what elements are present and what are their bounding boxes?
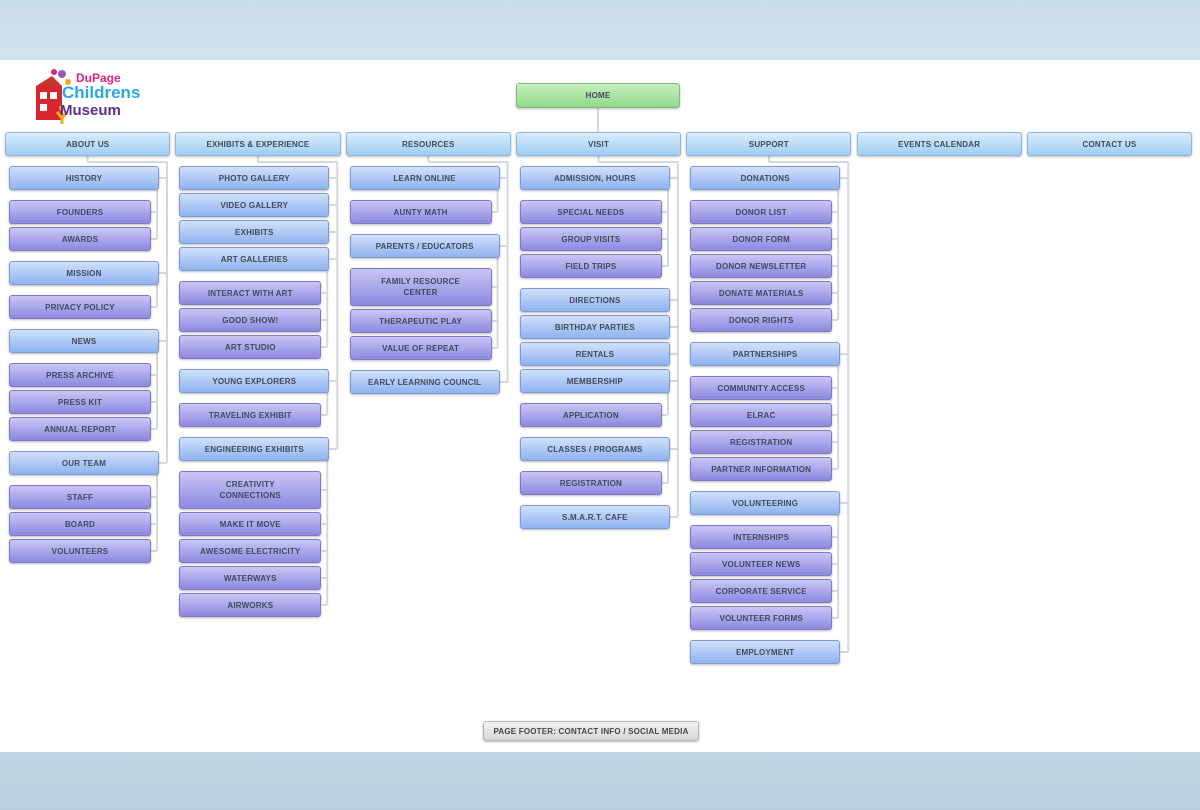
page-volunteering[interactable]: VOLUNTEERING: [690, 491, 841, 515]
museum-logo[interactable]: DuPage Childrens Museum: [32, 68, 152, 126]
subpage-creativity-connections[interactable]: CREATIVITY CONNECTIONS: [179, 471, 322, 509]
subpage-donate-materials[interactable]: DONATE MATERIALS: [690, 281, 833, 305]
page-news[interactable]: NEWS: [9, 329, 159, 353]
logo-line-2: Childrens: [62, 83, 141, 102]
subpage-annual-report[interactable]: ANNUAL REPORT: [9, 417, 151, 441]
subpage-traveling-exhibit[interactable]: TRAVELING EXHIBIT: [179, 403, 322, 427]
page-parents-educators[interactable]: PARENTS / EDUCATORS: [349, 234, 500, 258]
nav-events-calendar[interactable]: EVENTS CALENDAR: [856, 132, 1022, 156]
page-art-galleries[interactable]: ART GALLERIES: [179, 247, 330, 271]
nav-support[interactable]: SUPPORT: [686, 132, 852, 156]
subpage-volunteers[interactable]: VOLUNTEERS: [9, 539, 151, 563]
subpage-group-visits[interactable]: GROUP VISITS: [519, 227, 662, 251]
page-engineering-exhibits[interactable]: ENGINEERING EXHIBITS: [179, 437, 330, 461]
subpage-donor-rights[interactable]: DONOR RIGHTS: [690, 308, 833, 332]
page-directions[interactable]: DIRECTIONS: [519, 288, 670, 312]
page-rentals[interactable]: RENTALS: [519, 342, 670, 366]
subpage-awesome-electricity[interactable]: AWESOME ELECTRICITY: [179, 539, 322, 563]
subpage-elrac[interactable]: ELRAC: [690, 403, 833, 427]
subpage-art-studio[interactable]: ART STUDIO: [179, 335, 322, 359]
page-our-team[interactable]: OUR TEAM: [9, 451, 159, 475]
subpage-application[interactable]: APPLICATION: [519, 403, 662, 427]
subpage-internships[interactable]: INTERNSHIPS: [690, 525, 833, 549]
subpage-therapeutic-play[interactable]: THERAPEUTIC PLAY: [349, 309, 492, 333]
subpage-airworks[interactable]: AIRWORKS: [179, 593, 322, 617]
subpage-special-needs[interactable]: SPECIAL NEEDS: [519, 200, 662, 224]
subpage-volunteer-news[interactable]: VOLUNTEER NEWS: [690, 552, 833, 576]
page-s-m-a-r-t-cafe[interactable]: S.M.A.R.T. CAFE: [519, 505, 670, 529]
page-donations[interactable]: DONATIONS: [690, 166, 841, 190]
page-video-gallery[interactable]: VIDEO GALLERY: [179, 193, 330, 217]
nav-visit[interactable]: VISIT: [515, 132, 682, 156]
page-classes-programs[interactable]: CLASSES / PROGRAMS: [519, 437, 670, 461]
nav-about-us[interactable]: ABOUT US: [5, 132, 171, 156]
subpage-registration[interactable]: REGISTRATION: [690, 430, 833, 454]
subpage-board[interactable]: BOARD: [9, 512, 151, 536]
page-exhibits[interactable]: EXHIBITS: [179, 220, 330, 244]
subpage-aunty-math[interactable]: AUNTY MATH: [349, 200, 492, 224]
page-employment[interactable]: EMPLOYMENT: [690, 640, 841, 664]
subpage-privacy-policy[interactable]: PRIVACY POLICY: [9, 295, 151, 319]
subpage-donor-list[interactable]: DONOR LIST: [690, 200, 833, 224]
nav-resources[interactable]: RESOURCES: [345, 132, 511, 156]
subpage-value-of-repeat[interactable]: VALUE OF REPEAT: [349, 336, 492, 360]
subpage-partner-information[interactable]: PARTNER INFORMATION: [690, 457, 833, 481]
subpage-interact-with-art[interactable]: INTERACT WITH ART: [179, 281, 322, 305]
subpage-founders[interactable]: FOUNDERS: [9, 200, 151, 224]
page-membership[interactable]: MEMBERSHIP: [519, 369, 670, 393]
subpage-registration[interactable]: REGISTRATION: [519, 471, 662, 495]
logo-line-3: Museum: [60, 102, 121, 119]
subpage-make-it-move[interactable]: MAKE IT MOVE: [179, 512, 322, 536]
subpage-waterways[interactable]: WATERWAYS: [179, 566, 322, 590]
subpage-corporate-service[interactable]: CORPORATE SERVICE: [690, 579, 833, 603]
subpage-donor-form[interactable]: DONOR FORM: [690, 227, 833, 251]
page-young-explorers[interactable]: YOUNG EXPLORERS: [179, 369, 330, 393]
page-early-learning-council[interactable]: EARLY LEARNING COUNCIL: [349, 370, 500, 394]
nav-exhibits-experience[interactable]: EXHIBITS & EXPERIENCE: [175, 132, 341, 156]
nav-contact-us[interactable]: CONTACT US: [1026, 132, 1193, 156]
home-node[interactable]: HOME: [516, 83, 680, 108]
subpage-family-resource-center[interactable]: FAMILY RESOURCE CENTER: [349, 268, 492, 306]
page-footer-node[interactable]: PAGE FOOTER: CONTACT INFO / SOCIAL MEDIA: [483, 721, 699, 741]
subpage-press-archive[interactable]: PRESS ARCHIVE: [9, 363, 151, 387]
sitemap-canvas: DuPage Childrens Museum HOME PAGE FOOTER:…: [0, 60, 1200, 752]
page-birthday-parties[interactable]: BIRTHDAY PARTIES: [519, 315, 670, 339]
page-admission-hours[interactable]: ADMISSION, HOURS: [519, 166, 670, 190]
subpage-community-access[interactable]: COMMUNITY ACCESS: [690, 376, 833, 400]
page-history[interactable]: HISTORY: [9, 166, 159, 190]
subpage-field-trips[interactable]: FIELD TRIPS: [519, 254, 662, 278]
subpage-volunteer-forms[interactable]: VOLUNTEER FORMS: [690, 606, 833, 630]
subpage-awards[interactable]: AWARDS: [9, 227, 151, 251]
subpage-good-show[interactable]: GOOD SHOW!: [179, 308, 322, 332]
subpage-press-kit[interactable]: PRESS KIT: [9, 390, 151, 414]
page-learn-online[interactable]: LEARN ONLINE: [349, 166, 500, 190]
page-mission[interactable]: MISSION: [9, 261, 159, 285]
subpage-donor-newsletter[interactable]: DONOR NEWSLETTER: [690, 254, 833, 278]
page-partnerships[interactable]: PARTNERSHIPS: [690, 342, 841, 366]
subpage-staff[interactable]: STAFF: [9, 485, 151, 509]
page-photo-gallery[interactable]: PHOTO GALLERY: [179, 166, 330, 190]
